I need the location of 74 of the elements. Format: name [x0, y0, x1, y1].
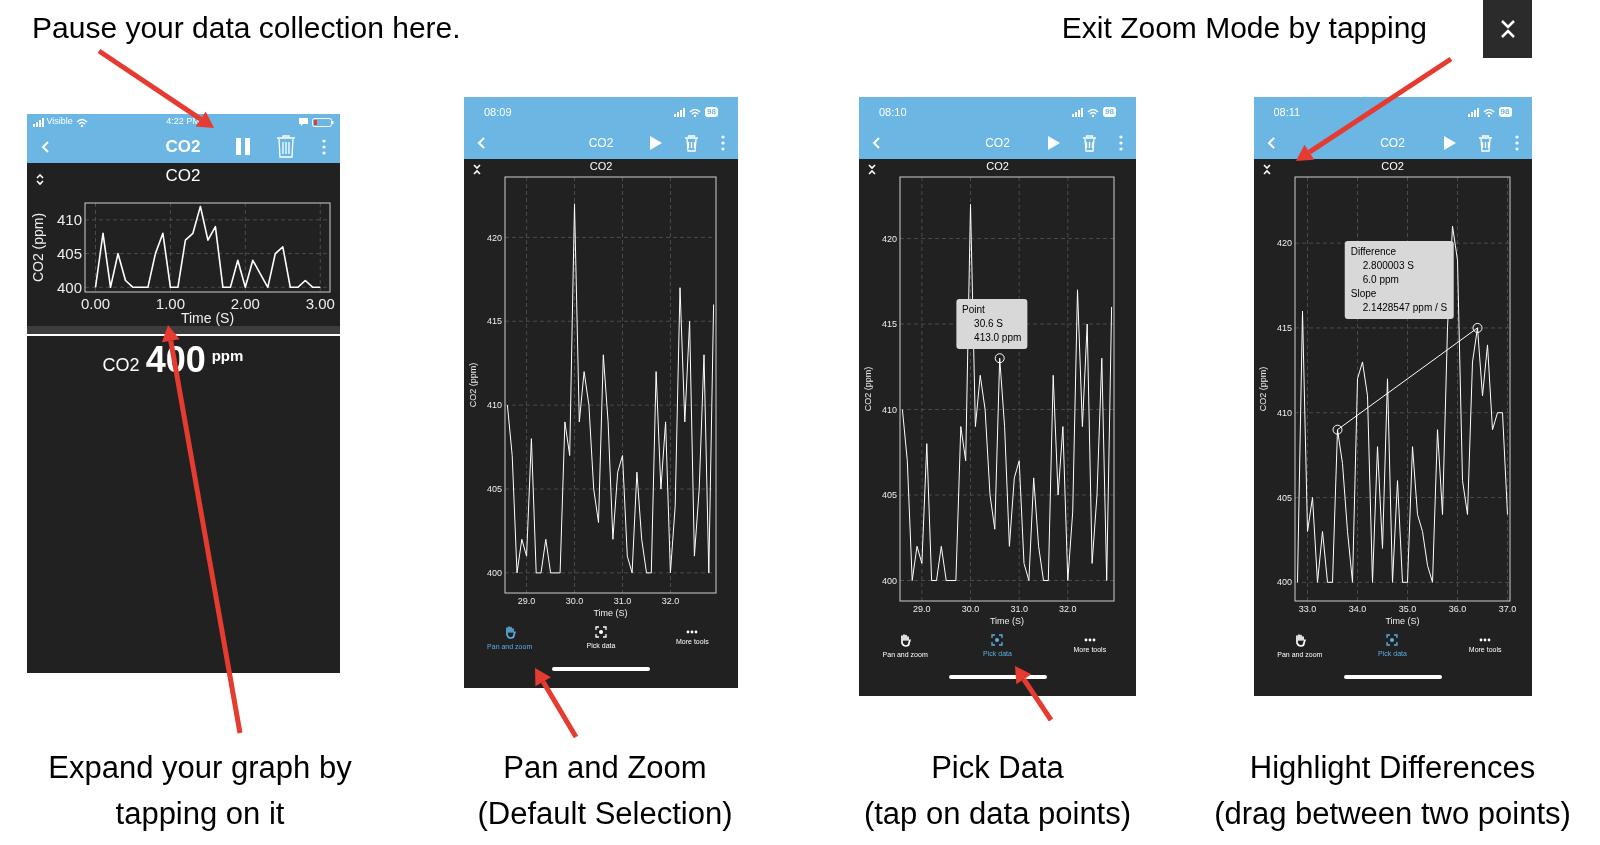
tick-label: 400	[486, 568, 502, 578]
tick-label: 36.0	[1448, 604, 1466, 614]
popup-text: 30.6 S	[973, 317, 1004, 332]
popup-text: 413.0 ppm	[973, 331, 1022, 346]
tick-label: 30.0	[961, 604, 980, 614]
battery-level: 98	[1103, 107, 1116, 117]
axis-label: CO2 (ppm)	[468, 362, 478, 408]
status-time: 08:10	[879, 104, 907, 120]
chart-title: CO2	[1381, 159, 1404, 173]
axis-label: CO2 (ppm)	[863, 366, 873, 412]
axis-label: CO2 (ppm)	[29, 212, 46, 283]
tick-label: 420	[486, 232, 502, 243]
tick-label: 32.0	[661, 596, 680, 606]
battery-level: 98	[705, 107, 718, 117]
readout-unit: ppm	[211, 346, 244, 366]
caption: Exit Zoom Mode by tapping	[1061, 10, 1427, 46]
tick-label: 33.0	[1298, 604, 1316, 614]
tick-label: 410	[56, 211, 82, 229]
tick-label: 32.0	[1059, 604, 1077, 614]
axis-label: Time (S)	[1384, 616, 1420, 626]
screen-title: CO2	[985, 135, 1010, 152]
tick-label: 420	[881, 233, 897, 244]
axis-label: CO2 (ppm)	[1257, 366, 1268, 412]
tick-label: 410	[881, 404, 897, 415]
popup-text: 6.0 ppm	[1361, 272, 1400, 287]
tick-label: 415	[486, 316, 502, 327]
chart-title: CO2	[986, 159, 1009, 173]
tick-label: 415	[1276, 323, 1292, 334]
tick-label: 405	[486, 484, 502, 495]
tick-label: 400	[1276, 577, 1292, 588]
tick-label: 405	[881, 490, 897, 501]
tick-label: 3.00	[305, 295, 335, 312]
caption: Pan and Zoom (Default Selection)	[477, 749, 733, 833]
tick-label: 2.00	[230, 295, 260, 312]
screen-title: CO2	[588, 135, 614, 152]
axis-label: Time (S)	[989, 616, 1025, 626]
caption: Highlight Differences (drag between two points)	[1214, 749, 1571, 833]
popup-text: 2.1428547 ppm / S	[1361, 300, 1448, 315]
tick-label: 29.0	[913, 604, 931, 614]
caption: Pick Data (tap on data points)	[863, 749, 1132, 833]
tick-label: 410	[1276, 407, 1292, 418]
axis-label: Time (S)	[593, 608, 628, 618]
tick-label: 35.0	[1398, 604, 1416, 614]
tick-label: 1.00	[155, 295, 185, 312]
caption: Expand your graph by tapping on it	[48, 749, 352, 833]
tick-label: 30.0	[565, 596, 584, 606]
screen-title: CO2	[165, 135, 201, 158]
tick-label: 0.00	[80, 295, 110, 312]
tick-label: 37.0	[1498, 604, 1516, 614]
battery-level: 98	[1498, 107, 1512, 117]
tick-label: 410	[486, 400, 502, 411]
screen-title: CO2	[1380, 135, 1405, 152]
tick-label: 420	[1276, 238, 1292, 249]
popup-text: Point	[962, 303, 986, 318]
chart-title: CO2	[589, 159, 613, 173]
tick-label: 29.0	[517, 596, 536, 606]
status-time: 08:11	[1273, 104, 1301, 120]
tick-label: 405	[1276, 492, 1292, 503]
tick-label: 405	[56, 244, 82, 262]
status-time: 08:09	[484, 104, 512, 120]
axis-label: Time (S)	[180, 310, 234, 326]
popup-text: 2.800003 S	[1361, 258, 1415, 273]
tick-label: 400	[56, 278, 82, 296]
popup-text: Difference	[1350, 244, 1398, 259]
popup-text: Slope	[1350, 286, 1378, 301]
tick-label: 415	[881, 319, 897, 330]
chart-title: CO2	[165, 165, 201, 187]
carrier-name: Visible	[46, 115, 73, 129]
tick-label: 34.0	[1348, 604, 1366, 614]
tick-label: 400	[881, 575, 897, 586]
caption: Pause your data collection here.	[32, 10, 461, 46]
readout-label: CO2	[102, 354, 140, 377]
tick-label: 31.0	[1010, 604, 1028, 614]
tick-label: 31.0	[613, 596, 632, 606]
